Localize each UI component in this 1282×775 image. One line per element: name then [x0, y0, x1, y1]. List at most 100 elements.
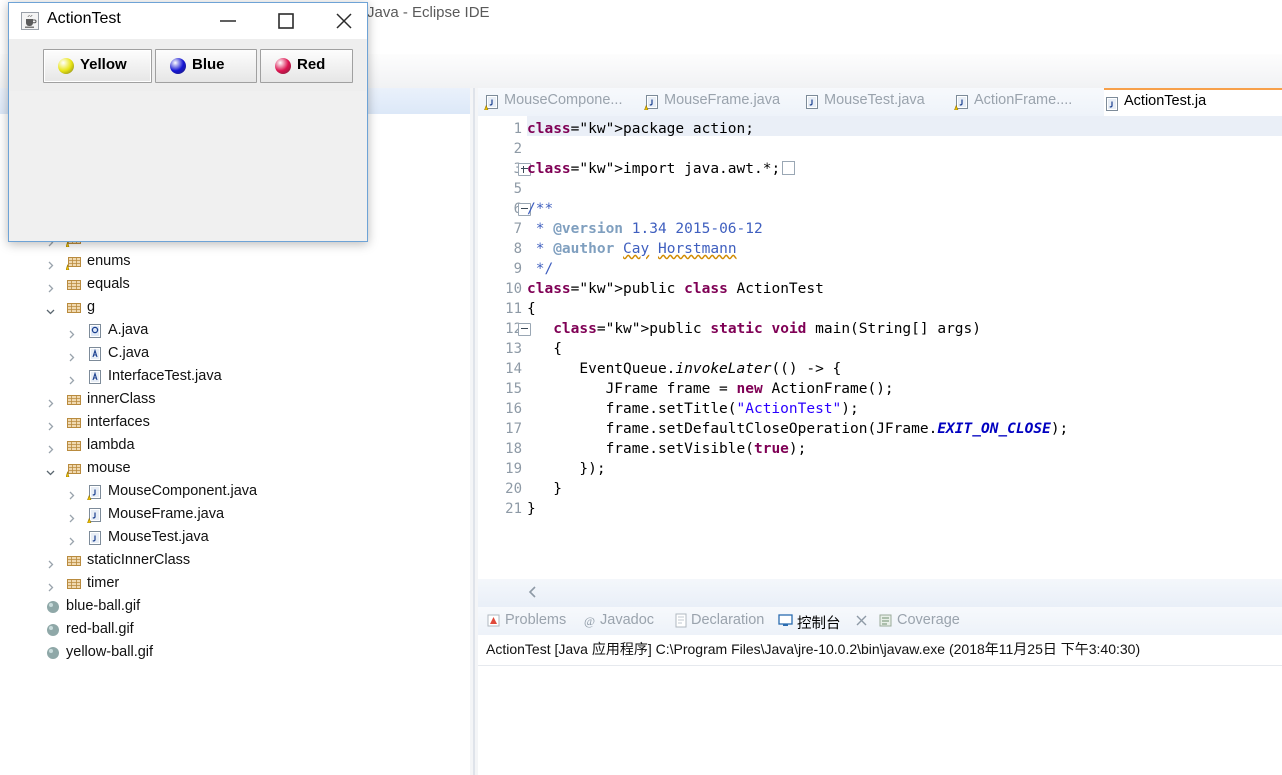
java-coffee-cup-icon	[21, 12, 39, 30]
editor-tab-label: MouseFrame.java	[664, 92, 781, 108]
tree-item[interactable]: InterfaceTest.java	[0, 365, 470, 388]
yellow-ball-icon	[58, 58, 74, 74]
tree-item[interactable]: lambda	[0, 434, 470, 457]
tree-item[interactable]: enums	[0, 250, 470, 273]
code-line: });	[527, 461, 606, 477]
tree-item[interactable]: innerClass	[0, 388, 470, 411]
blue-button[interactable]: Blue	[155, 49, 257, 83]
package-icon	[66, 277, 82, 293]
code-line: }	[527, 501, 536, 517]
yellow-button-label: Yellow	[80, 56, 127, 73]
tree-twisty[interactable]	[46, 579, 55, 592]
tree-twisty[interactable]	[67, 349, 76, 362]
tree-twisty[interactable]	[67, 533, 76, 546]
tree-twisty[interactable]	[46, 257, 55, 270]
editor-tab[interactable]: ActionTest.ja	[1104, 88, 1282, 118]
java-interface-file-icon	[87, 323, 103, 339]
console-tabstrip[interactable]: Problems @ Javadoc Declaration 控制台 Cover…	[478, 607, 1282, 635]
tree-item[interactable]: blue-ball.gif	[0, 595, 470, 618]
code-line: frame.setTitle("ActionTest");	[527, 401, 859, 417]
chevron-left-icon[interactable]	[524, 583, 542, 601]
source-code[interactable]: class="kw">package action; class="kw">im…	[527, 116, 1282, 579]
console-icon	[778, 613, 793, 628]
tree-item[interactable]: A.java	[0, 319, 470, 342]
maximize-button[interactable]	[263, 3, 309, 39]
tree-item[interactable]: interfaces	[0, 411, 470, 434]
tree-item[interactable]: MouseFrame.java	[0, 503, 470, 526]
tree-twisty[interactable]	[46, 556, 55, 569]
java-file-warning-icon	[954, 94, 969, 111]
java-file-icon	[804, 94, 819, 109]
actiontest-swing-window[interactable]: ActionTest Yellow Blue Red	[8, 2, 368, 242]
folded-imports-box[interactable]	[782, 161, 796, 175]
tree-item-label: C.java	[108, 345, 150, 361]
code-line: class="kw">public class ActionTest	[527, 281, 824, 297]
tab-console[interactable]: 控制台	[797, 612, 841, 633]
tree-item[interactable]: MouseTest.java	[0, 526, 470, 549]
blue-ball-icon	[170, 58, 186, 74]
tree-twisty[interactable]	[67, 326, 76, 339]
tree-item[interactable]: equals	[0, 273, 470, 296]
tree-item[interactable]: timer	[0, 572, 470, 595]
tree-twisty[interactable]	[46, 418, 55, 431]
problems-icon	[486, 613, 501, 628]
tree-twisty[interactable]	[46, 441, 55, 454]
tree-item-label: enums	[87, 253, 131, 269]
gif-file-icon	[45, 599, 61, 615]
tree-item-label: blue-ball.gif	[66, 598, 141, 614]
tree-twisty[interactable]	[67, 372, 76, 385]
eclipse-window-title: Java - Eclipse IDE	[367, 4, 490, 21]
editor-tab-label: ActionFrame....	[974, 92, 1073, 108]
yellow-button[interactable]: Yellow	[43, 49, 152, 83]
tab-javadoc[interactable]: Javadoc	[600, 612, 654, 628]
tree-item[interactable]: staticInnerClass	[0, 549, 470, 572]
minimize-button[interactable]	[205, 3, 251, 39]
tree-item-label: staticInnerClass	[87, 552, 191, 568]
tree-twisty[interactable]	[46, 303, 55, 315]
tab-declaration[interactable]: Declaration	[691, 612, 764, 628]
code-line: class="kw">package action;	[527, 121, 754, 137]
tab-coverage[interactable]: Coverage	[897, 612, 960, 628]
tree-item[interactable]: g	[0, 296, 470, 319]
editor-tab[interactable]: MouseCompone...	[484, 88, 634, 116]
tree-item-label: MouseFrame.java	[108, 506, 225, 522]
tree-twisty[interactable]	[46, 464, 55, 476]
tree-item-label: lambda	[87, 437, 135, 453]
explorer-editor-sash[interactable]	[470, 88, 478, 775]
coverage-icon	[878, 613, 893, 628]
tree-item[interactable]: yellow-ball.gif	[0, 641, 470, 664]
tree-item[interactable]: MouseComponent.java	[0, 480, 470, 503]
tree-twisty[interactable]	[67, 487, 76, 500]
swing-titlebar[interactable]: ActionTest	[9, 3, 367, 39]
code-line: * @version 1.34 2015-06-12	[527, 221, 763, 237]
console-view: Problems @ Javadoc Declaration 控制台 Cover…	[478, 607, 1282, 775]
package-icon	[66, 415, 82, 431]
editor-body[interactable]: 12356789101112131415161718192021 class="…	[478, 116, 1282, 579]
java-abstract-file-icon	[87, 346, 103, 362]
close-button[interactable]	[321, 3, 367, 39]
editor-tab[interactable]: MouseTest.java	[804, 88, 944, 116]
editor-tab[interactable]: ActionFrame....	[954, 88, 1094, 116]
code-line: {	[527, 341, 562, 357]
red-button[interactable]: Red	[260, 49, 353, 83]
red-button-label: Red	[297, 56, 326, 73]
tree-twisty[interactable]	[46, 280, 55, 293]
code-line: JFrame frame = new ActionFrame();	[527, 381, 894, 397]
editor-tab[interactable]: MouseFrame.java	[644, 88, 794, 116]
tree-twisty[interactable]	[46, 395, 55, 408]
tree-item[interactable]: red-ball.gif	[0, 618, 470, 641]
tree-twisty[interactable]	[67, 510, 76, 523]
editor-tabstrip[interactable]: MouseCompone... MouseFrame.java MouseTest.…	[478, 88, 1282, 118]
tree-item[interactable]: C.java	[0, 342, 470, 365]
red-ball-icon	[275, 58, 291, 74]
package-icon	[66, 438, 82, 454]
swing-content-pane: Yellow Blue Red	[10, 39, 366, 240]
tree-item[interactable]: mouse	[0, 457, 470, 480]
close-icon[interactable]	[854, 613, 869, 628]
gif-file-icon	[45, 622, 61, 638]
code-line: class="kw">public static void main(Strin…	[553, 321, 982, 337]
button-panel: Yellow Blue Red	[10, 39, 366, 91]
svg-text:@: @	[584, 614, 595, 628]
tab-problems[interactable]: Problems	[505, 612, 566, 628]
console-output-line: ActionTest [Java 应用程序] C:\Program Files\…	[486, 641, 1141, 657]
